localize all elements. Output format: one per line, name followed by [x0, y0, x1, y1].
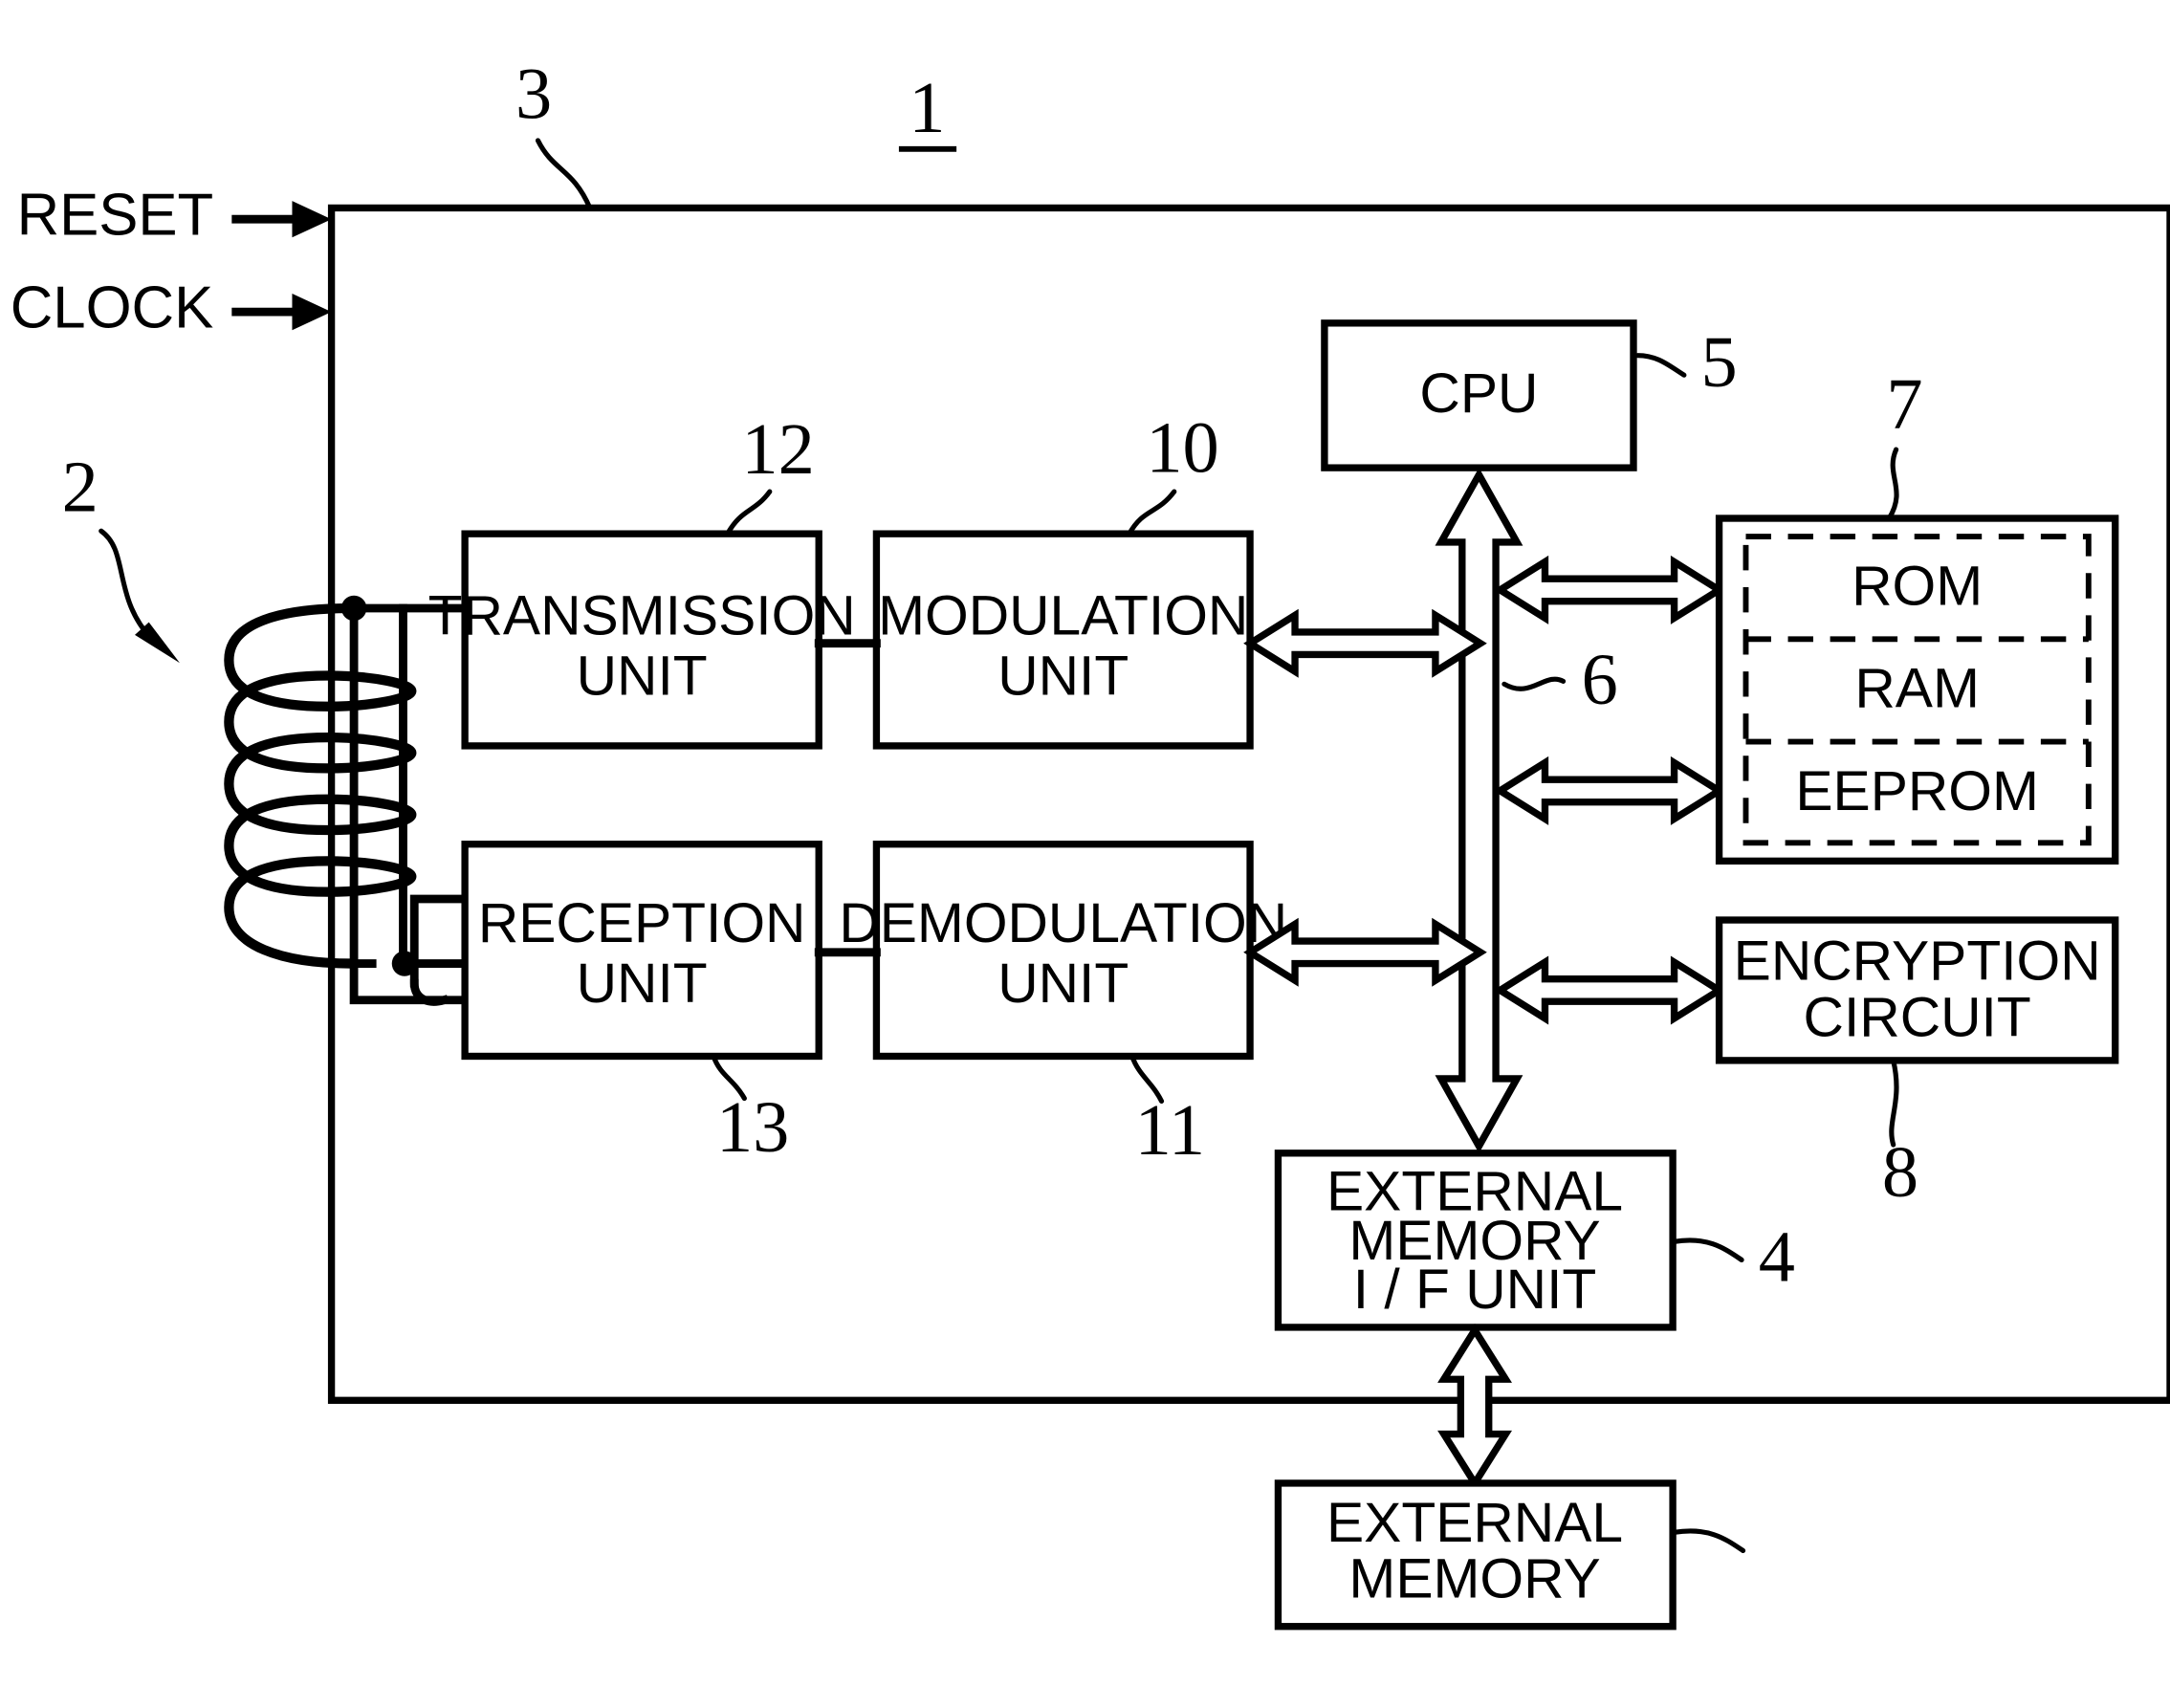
modulation-unit-label-line2: UNIT — [997, 645, 1129, 707]
block-encryption-circuit[interactable]: ENCRYPTION CIRCUIT — [1715, 916, 2119, 1064]
ref-numeral-4 — [1672, 1528, 1746, 1553]
clock-arrowhead-icon — [292, 294, 332, 331]
ref-numeral-1: 1 — [898, 67, 957, 152]
block-modulation-unit[interactable]: MODULATION UNIT — [872, 530, 1254, 750]
signal-clock: CLOCK — [11, 274, 332, 340]
bus-demodulation-double-arrow-icon — [1243, 917, 1487, 987]
bus-modulation-double-arrow-icon — [1243, 608, 1487, 678]
ref-numeral-2: 2 — [62, 447, 180, 664]
svg-text:13: 13 — [716, 1086, 789, 1168]
block-transmission-unit[interactable]: TRANSMISSION UNIT — [428, 530, 856, 750]
ref-numeral-11: 11 — [1129, 1053, 1206, 1171]
svg-text:7: 7 — [1886, 363, 1922, 445]
demodulation-unit-label-line2: UNIT — [997, 953, 1129, 1015]
svg-text:1: 1 — [909, 67, 945, 148]
bus-to-memory-lower-arrow — [1493, 755, 1726, 825]
svg-text:3: 3 — [515, 53, 552, 134]
main-bus — [1435, 467, 1523, 1153]
transmission-unit-label-line2: UNIT — [577, 645, 708, 707]
main-bus-double-arrow-icon — [1435, 467, 1523, 1153]
antenna-coil — [224, 602, 417, 969]
ref-numeral-10: 10 — [1127, 406, 1219, 536]
memory-cell-eeprom-label: EEPROM — [1795, 760, 2039, 822]
ref-numeral-8: 8 — [1882, 1058, 1918, 1213]
svg-text:4: 4 — [1759, 1215, 1795, 1297]
external-memory-label-line1: EXTERNAL — [1326, 1492, 1623, 1554]
ref-numeral-5: 5 — [1634, 321, 1738, 403]
svg-text:6: 6 — [1582, 639, 1618, 720]
svg-text:12: 12 — [741, 408, 814, 490]
memory-cell-rom-label: ROM — [1852, 555, 1983, 617]
demodulation-unit-label-line1: DEMODULATION — [839, 892, 1287, 954]
svg-text:5: 5 — [1700, 321, 1737, 403]
external-memory-double-arrow-icon — [1437, 1323, 1512, 1490]
reception-unit-label-line2: UNIT — [577, 953, 708, 1015]
bus-to-modulation-arrow — [1243, 608, 1487, 678]
signal-label-reset: RESET — [17, 182, 214, 248]
encryption-circuit-label-line2: CIRCUIT — [1804, 986, 2031, 1048]
memory-cell-ram-label: RAM — [1854, 658, 1980, 720]
ref-numeral-13: 13 — [711, 1053, 789, 1168]
transmission-unit-label-line1: TRANSMISSION — [428, 584, 856, 646]
signal-label-clock: CLOCK — [11, 274, 213, 340]
patent-figure-page: RESET CLOCK 1 3 2 TRANSMISSION UNIT 12 M… — [0, 0, 2170, 1708]
reset-arrowhead-icon — [292, 201, 332, 238]
block-reception-unit[interactable]: RECEPTION UNIT — [461, 841, 822, 1061]
modulation-unit-label-line1: MODULATION — [878, 584, 1248, 646]
ref-numeral-7: 7 — [1886, 363, 1923, 521]
block-external-memory-if-unit[interactable]: EXTERNAL MEMORY I / F UNIT — [1274, 1150, 1677, 1331]
svg-text:2: 2 — [62, 447, 99, 528]
bus-encryption-double-arrow-icon — [1493, 955, 1726, 1025]
ref-numeral-9: 4 — [1672, 1215, 1795, 1297]
svg-text:8: 8 — [1882, 1131, 1918, 1213]
block-external-memory[interactable]: EXTERNAL MEMORY — [1274, 1479, 1677, 1631]
signal-reset: RESET — [17, 182, 332, 248]
bus-to-demodulation-arrow — [1243, 917, 1487, 987]
bus-to-encryption-arrow — [1493, 955, 1726, 1025]
external-memory-if-unit-label-line3: I / F UNIT — [1353, 1259, 1597, 1321]
reception-unit-label-line1: RECEPTION — [478, 892, 806, 954]
svg-text:11: 11 — [1135, 1089, 1206, 1171]
ref-numeral-12: 12 — [725, 408, 815, 536]
encryption-circuit-label-line1: ENCRYPTION — [1734, 931, 2101, 993]
bus-to-memory-upper-arrow — [1493, 555, 1726, 624]
external-memory-link-arrow — [1437, 1323, 1512, 1490]
ref-numeral-3: 3 — [515, 53, 593, 211]
block-diagram-svg: RESET CLOCK 1 3 2 TRANSMISSION UNIT 12 M… — [11, 53, 2170, 1631]
cpu-label: CPU — [1419, 362, 1538, 425]
block-demodulation-unit[interactable]: DEMODULATION UNIT — [839, 841, 1287, 1061]
svg-text:10: 10 — [1146, 406, 1218, 488]
bus-memory-upper-double-arrow-icon — [1493, 555, 1726, 624]
block-memory[interactable]: ROM RAM EEPROM — [1715, 515, 2119, 865]
bus-memory-lower-double-arrow-icon — [1493, 755, 1726, 825]
external-memory-label-line2: MEMORY — [1348, 1548, 1600, 1610]
ref-numeral-6: 6 — [1501, 639, 1618, 720]
block-cpu[interactable]: CPU — [1321, 319, 1637, 471]
